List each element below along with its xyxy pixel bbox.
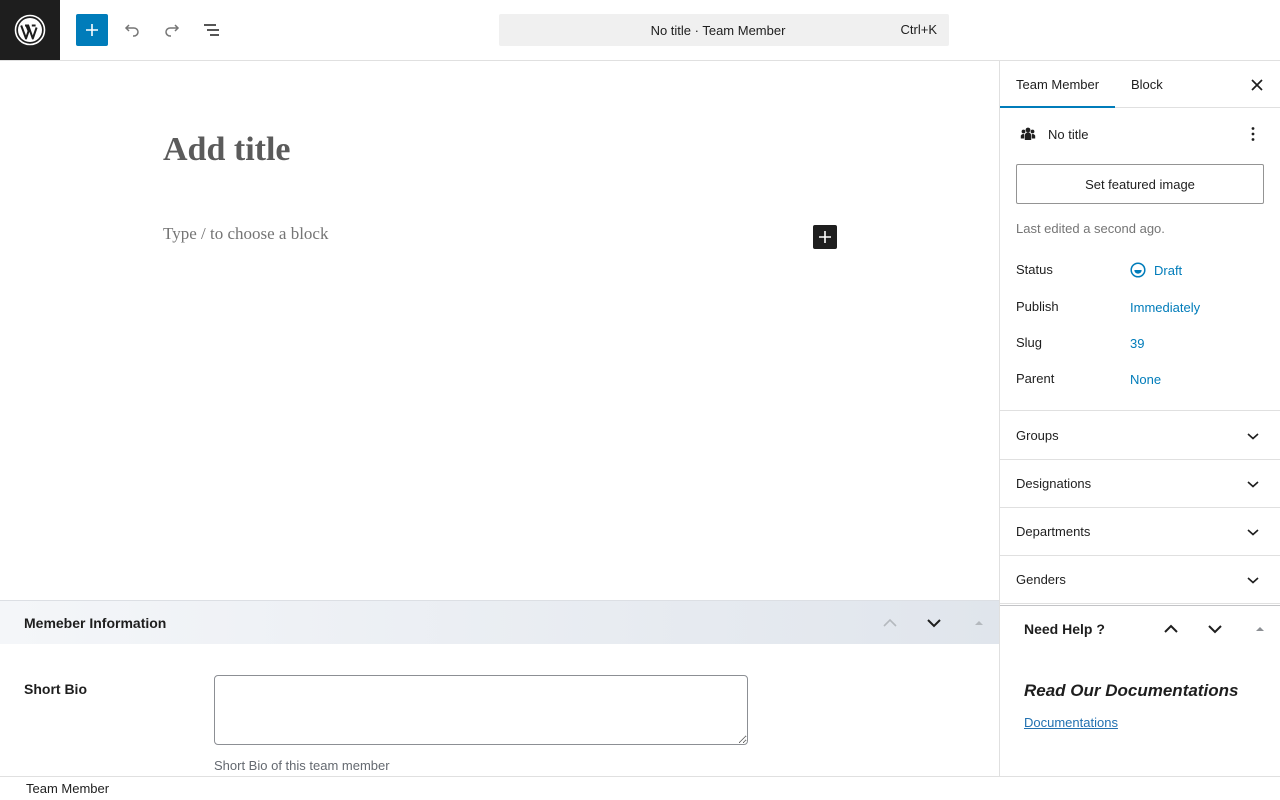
chevron-down-icon: [1208, 625, 1222, 634]
help-move-down-button[interactable]: [1201, 615, 1229, 643]
last-edited-text: Last edited a second ago.: [1016, 221, 1165, 236]
move-down-button[interactable]: [920, 609, 948, 637]
draft-status-icon: [1130, 262, 1146, 278]
post-title-input[interactable]: Add title: [163, 131, 291, 169]
slug-label: Slug: [1016, 335, 1043, 350]
close-sidebar-button[interactable]: [1245, 73, 1269, 97]
set-featured-image-button[interactable]: Set featured image: [1016, 164, 1264, 204]
tab-block[interactable]: Block: [1115, 61, 1179, 108]
short-bio-label: Short Bio: [24, 681, 87, 697]
slug-toggle[interactable]: 39: [1130, 336, 1144, 351]
document-overview-button[interactable]: [196, 14, 228, 46]
help-metabox-title: Need Help ?: [1024, 621, 1105, 637]
move-up-button[interactable]: [876, 609, 904, 637]
panel-designations[interactable]: Designations: [1000, 460, 1280, 508]
chevron-down-icon: [1247, 481, 1259, 488]
default-block-appender[interactable]: Type / to choose a block: [163, 224, 328, 244]
panel-groups-label: Groups: [1016, 428, 1059, 443]
redo-icon: [165, 24, 180, 37]
help-move-up-button[interactable]: [1157, 615, 1185, 643]
panel-departments-label: Departments: [1016, 524, 1091, 539]
close-icon: [1251, 79, 1263, 91]
help-heading: Read Our Documentations: [1024, 681, 1239, 700]
publish-date-toggle[interactable]: Immediately: [1130, 300, 1200, 315]
chevron-down-icon: [1247, 577, 1259, 584]
plus-icon: [819, 231, 831, 243]
post-summary-panel: No title Set featured image Last edited …: [1000, 108, 1280, 411]
metabox-title: Memeber Information: [24, 615, 167, 631]
document-overview-icon: [204, 24, 219, 36]
chevron-down-icon: [1247, 529, 1259, 536]
plus-icon: [86, 24, 98, 36]
metabox-body: Short Bio Short Bio of this team member: [0, 644, 999, 776]
undo-button[interactable]: [116, 14, 148, 46]
panel-departments[interactable]: Departments: [1000, 508, 1280, 556]
redo-button[interactable]: [156, 14, 188, 46]
block-inserter-toggle[interactable]: [76, 14, 108, 46]
status-value: Draft: [1154, 263, 1183, 278]
status-toggle[interactable]: Draft: [1130, 262, 1182, 278]
editor-canvas: Add title Type / to choose a block: [0, 61, 999, 600]
triangle-up-icon: [975, 621, 983, 625]
wordpress-icon: [14, 14, 46, 46]
editor-footer: Team Member: [0, 776, 1280, 800]
groups-icon: [1020, 127, 1036, 140]
more-vertical-icon: [1251, 127, 1255, 141]
panel-genders-label: Genders: [1016, 572, 1066, 587]
post-card-title: No title: [1048, 127, 1089, 142]
parent-toggle[interactable]: None: [1130, 372, 1161, 387]
panel-designations-label: Designations: [1016, 476, 1092, 491]
undo-icon: [124, 24, 139, 37]
publish-label: Publish: [1016, 299, 1059, 314]
panel-genders[interactable]: Genders: [1000, 556, 1280, 604]
editor-header: No title · Team Member Ctrl+K: [0, 0, 1280, 61]
command-palette-button[interactable]: No title · Team Member Ctrl+K: [499, 14, 949, 46]
panel-groups[interactable]: Groups: [1000, 412, 1280, 460]
tab-team-member[interactable]: Team Member: [1000, 61, 1115, 108]
chevron-up-icon: [883, 618, 897, 627]
sidebar-tabs: Team Member Block: [1000, 61, 1280, 108]
wordpress-logo-button[interactable]: [0, 0, 60, 60]
documentations-link[interactable]: Documentations: [1024, 715, 1118, 730]
chevron-down-icon: [1247, 433, 1259, 440]
document-title: No title · Team Member: [650, 22, 786, 38]
help-metabox-header: Need Help ?: [1000, 605, 1280, 651]
help-toggle-panel-button[interactable]: [1246, 615, 1274, 643]
settings-sidebar: Team Member Block No title Set featured …: [999, 61, 1280, 776]
toggle-panel-button[interactable]: [965, 609, 993, 637]
breadcrumb[interactable]: Team Member: [26, 781, 109, 796]
chevron-down-icon: [927, 619, 941, 628]
post-actions-button[interactable]: [1241, 122, 1265, 146]
chevron-up-icon: [1164, 624, 1178, 633]
parent-label: Parent: [1016, 371, 1055, 386]
status-label: Status: [1016, 262, 1053, 277]
short-bio-textarea[interactable]: [214, 675, 748, 745]
short-bio-description: Short Bio of this team member: [214, 758, 390, 773]
triangle-up-icon: [1256, 627, 1264, 631]
inline-block-inserter-button[interactable]: [813, 225, 837, 249]
metabox-header: Memeber Information: [0, 600, 999, 644]
keyboard-shortcut: Ctrl+K: [900, 22, 937, 37]
